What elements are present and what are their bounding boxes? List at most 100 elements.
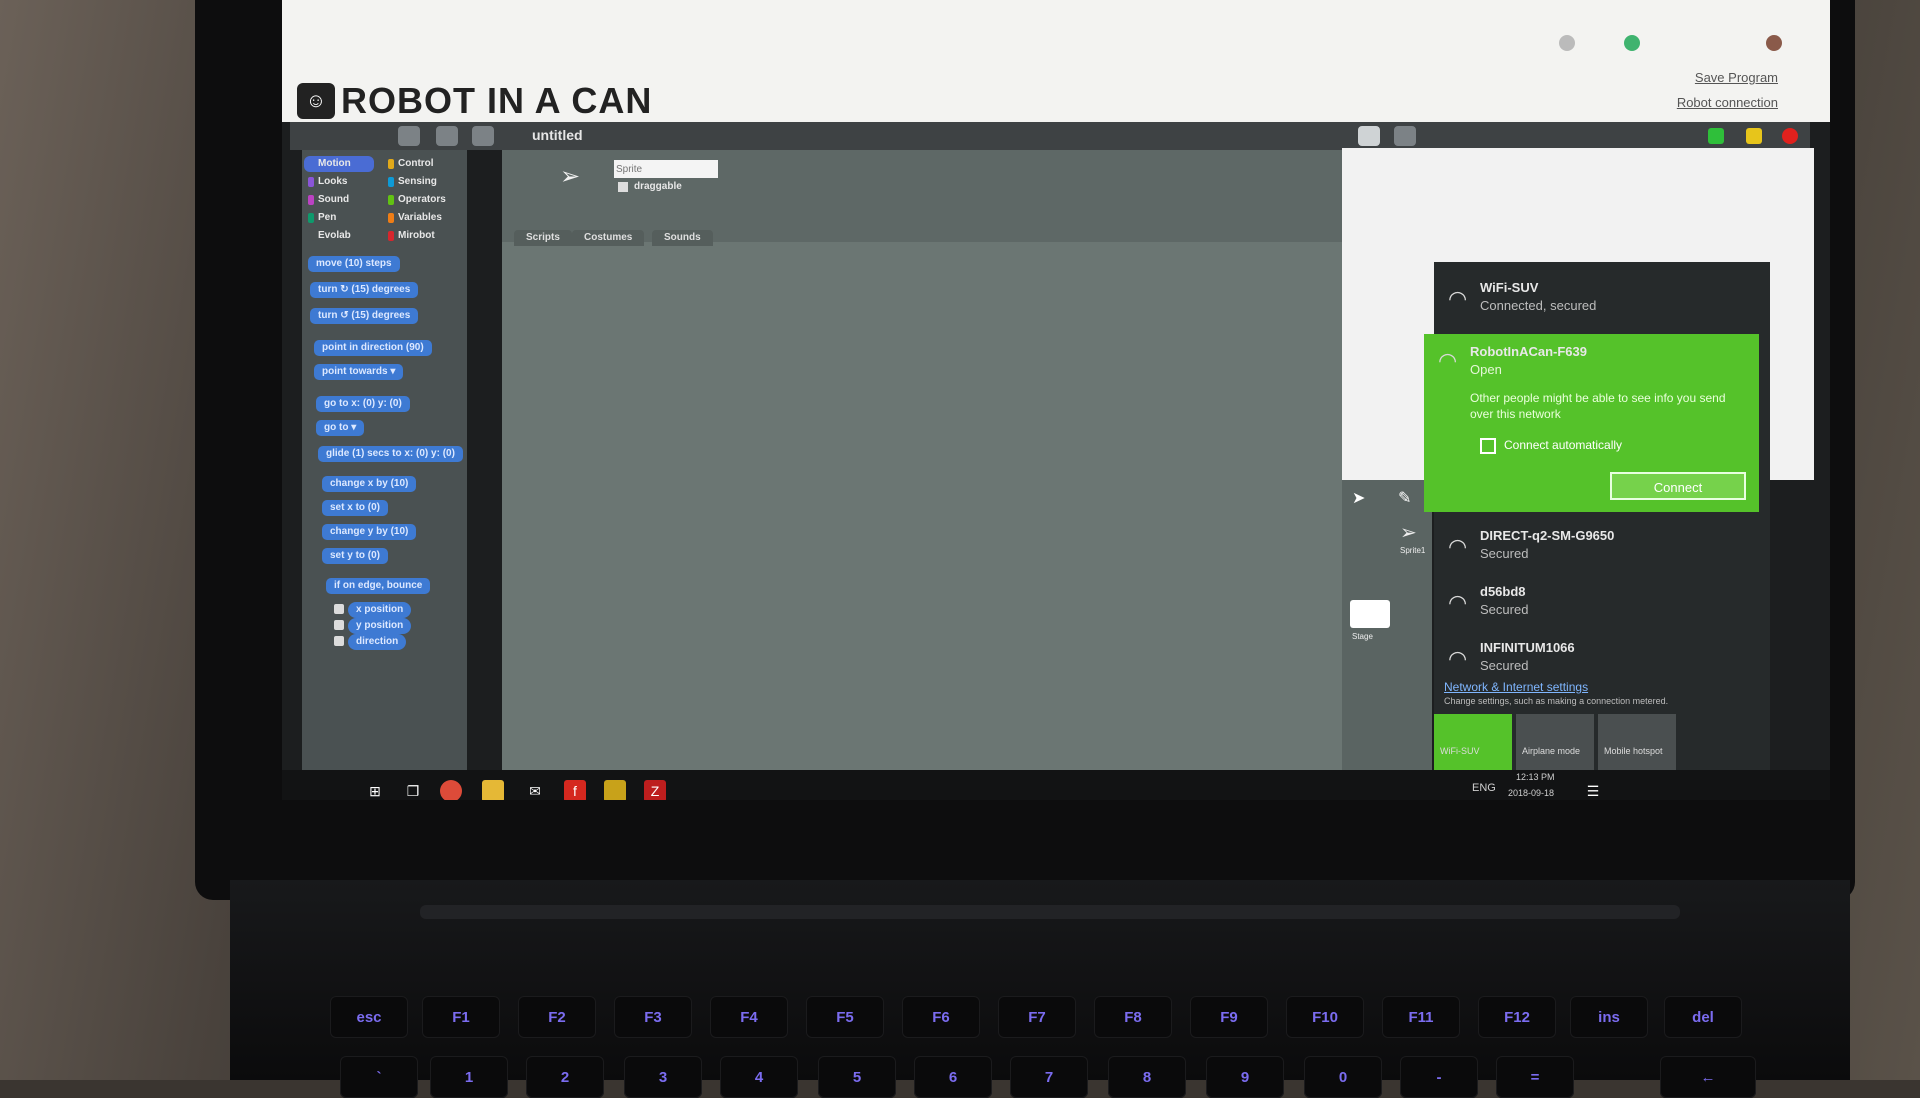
laptop-screen: ☺ ROBOT IN A CAN Save Program Robot conn… [282,0,1830,800]
pause-icon[interactable] [1746,128,1762,144]
x-position-checkbox[interactable] [334,604,344,614]
block-go-to-xy[interactable]: go to x: (0) y: (0) [316,396,410,412]
pointer-tool-icon[interactable]: ➤ [1352,488,1365,508]
reporter-direction[interactable]: direction [348,634,407,650]
category-pen[interactable]: Pen [304,210,374,226]
app-icon[interactable] [604,780,626,800]
notifications-icon[interactable]: ☰ [1582,780,1604,800]
block-point-towards[interactable]: point towards ▾ [314,364,404,380]
wifi-signal-icon: ◠ [1448,590,1468,615]
wifi-signal-icon: ◠ [1448,534,1468,559]
key-del: del [1664,996,1742,1038]
reporter-y-position[interactable]: y position [348,618,412,634]
network-status: Open [1470,362,1502,377]
reporter-x-position[interactable]: x position [348,602,412,618]
tab-costumes[interactable]: Costumes [572,230,645,246]
block-glide[interactable]: glide (1) secs to x: (0) y: (0) [318,446,463,462]
project-title[interactable]: untitled [532,127,583,143]
save-program-link[interactable]: Save Program [1695,70,1778,85]
wifi-toggle[interactable]: WiFi-SUV [1434,714,1512,770]
selected-network-panel[interactable]: ◠ RobotInACan-F639 Open Other people mig… [1424,334,1759,512]
network-item[interactable]: ◠ WiFi-SUV Connected, secured [1434,272,1770,332]
fullscreen-icon[interactable] [1394,126,1416,146]
clock-time[interactable]: 12:13 PM [1516,772,1555,782]
network-status: Secured [1480,602,1529,617]
key-f4: F4 [710,996,788,1038]
connect-button[interactable]: Connect [1610,472,1746,500]
language-indicator[interactable]: ENG [1472,782,1496,794]
flash-icon[interactable]: f [564,780,586,800]
network-item[interactable]: ◠ d56bd8 Secured [1434,576,1770,636]
filezilla-icon[interactable]: Z [644,780,666,800]
network-status: Secured [1480,546,1529,561]
category-sound[interactable]: Sound [304,192,374,208]
category-looks[interactable]: Looks [304,174,374,190]
key-f3: F3 [614,996,692,1038]
category-sensing[interactable]: Sensing [384,174,454,190]
network-settings-link[interactable]: Network & Internet settings [1444,680,1588,694]
block-move-steps[interactable]: move (10) steps [308,256,400,272]
block-if-on-edge-bounce[interactable]: if on edge, bounce [326,578,431,594]
block-point-in-direction[interactable]: point in direction (90) [314,340,432,356]
clock-date[interactable]: 2018-09-18 [1508,788,1554,798]
y-position-checkbox[interactable] [334,620,344,630]
tab-scripts[interactable]: Scripts [514,230,572,246]
category-control[interactable]: Control [384,156,454,172]
key-f8: F8 [1094,996,1172,1038]
category-motion[interactable]: Motion [304,156,374,172]
block-turn-left[interactable]: turn ↺ (15) degrees [310,308,419,324]
auto-connect-label: Connect automatically [1504,438,1623,452]
file-icon[interactable] [398,126,420,146]
sprite-name-input[interactable] [614,160,718,178]
key-0: 0 [1304,1056,1382,1098]
stage-thumbnail[interactable] [1350,600,1390,628]
green-flag-icon[interactable] [1708,128,1724,144]
scripts-area[interactable]: ➢ draggable Scripts Costumes Sounds [502,150,1382,770]
sprite-pane: ➤ ✎ Stage ➢ Sprite1 [1342,480,1432,770]
tab-sounds[interactable]: Sounds [652,230,713,246]
key-f9: F9 [1190,996,1268,1038]
network-item[interactable]: ◠ DIRECT-q2-SM-G9650 Secured [1434,520,1770,580]
gear-icon[interactable] [472,126,494,146]
block-set-x[interactable]: set x to (0) [322,500,389,516]
category-operators[interactable]: Operators [384,192,454,208]
block-change-y[interactable]: change y by (10) [322,524,417,540]
auto-connect-checkbox[interactable] [1480,438,1496,454]
category-mirobot[interactable]: Mirobot [384,228,454,244]
task-view-icon[interactable]: ❐ [402,780,424,800]
direction-checkbox[interactable] [334,636,344,646]
key-f5: F5 [806,996,884,1038]
key-f12: F12 [1478,996,1556,1038]
network-status: Secured [1480,658,1529,673]
block-go-to[interactable]: go to ▾ [316,420,365,436]
key-6: 6 [914,1056,992,1098]
sprite-label: Sprite1 [1400,546,1426,555]
block-set-y[interactable]: set y to (0) [322,548,389,564]
start-windows-icon[interactable]: ⊞ [364,780,386,800]
mobile-hotspot-toggle[interactable]: Mobile hotspot [1598,714,1676,770]
airplane-mode-toggle[interactable]: Airplane mode [1516,714,1594,770]
key-minus: - [1400,1056,1478,1098]
stop-icon[interactable] [1782,128,1798,144]
category-variables[interactable]: Variables [384,210,454,226]
paint-brush-icon[interactable]: ✎ [1398,488,1411,508]
key-7: 7 [1010,1056,1088,1098]
mail-icon[interactable]: ✉ [524,780,546,800]
sprite-thumbnail[interactable]: ➢ [1400,520,1417,545]
profile-avatar[interactable] [1766,35,1782,51]
block-change-x[interactable]: change x by (10) [322,476,417,492]
block-turn-right[interactable]: turn ↻ (15) degrees [310,282,419,298]
chrome-icon[interactable] [440,780,462,800]
robot-connection-link[interactable]: Robot connection [1677,95,1778,110]
cloud-icon[interactable] [436,126,458,146]
category-evolab[interactable]: Evolab [304,228,374,244]
network-warning: Other people might be able to see info y… [1470,391,1726,421]
extension-icon[interactable] [1559,35,1575,51]
block-palette: Motion Control Looks Sensing Sound Opera… [302,150,467,770]
extension-icon[interactable] [1624,35,1640,51]
key-f7: F7 [998,996,1076,1038]
laptop-hinge [420,905,1680,919]
draggable-checkbox[interactable] [618,182,628,192]
file-explorer-icon[interactable] [482,780,504,800]
small-stage-icon[interactable] [1358,126,1380,146]
